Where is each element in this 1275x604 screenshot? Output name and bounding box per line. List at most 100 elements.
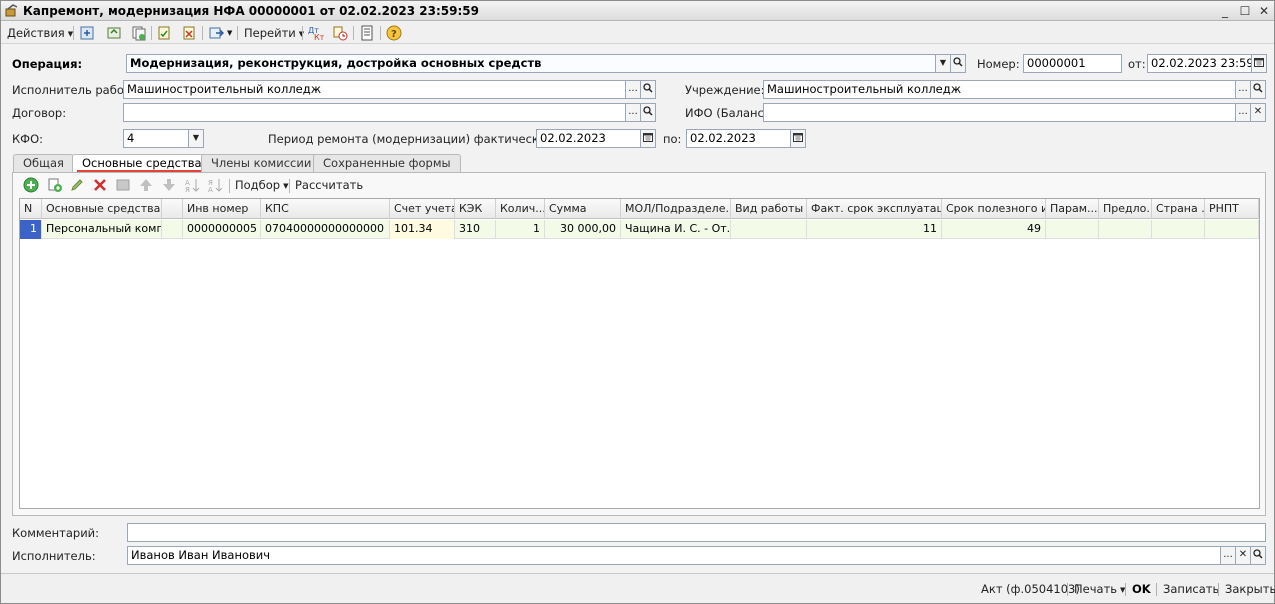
document-date-field[interactable]: 02.02.2023 23:59:59 xyxy=(1147,54,1252,73)
col-header-mol[interactable]: МОЛ/Подразделе... xyxy=(621,199,731,219)
ifo-clear-button[interactable]: ✕ xyxy=(1250,103,1266,122)
unpost-document-icon[interactable] xyxy=(181,25,197,41)
col-header-fact-term[interactable]: Факт. срок эксплуатац... xyxy=(807,199,942,219)
executor-clear-button[interactable]: ✕ xyxy=(1235,546,1251,565)
tab-commission-members[interactable]: Члены комиссии xyxy=(201,154,322,172)
tab-fixed-assets[interactable]: Основные средства xyxy=(72,154,212,173)
cell-kps[interactable]: 07040000000000000 xyxy=(261,220,390,239)
fixed-assets-table[interactable]: N Основные средства Инв номер КПС Счет у… xyxy=(19,198,1260,509)
col-header-country[interactable]: Страна ... xyxy=(1152,199,1205,219)
cell-asset[interactable]: Персональный комп... xyxy=(42,220,162,239)
col-header-account[interactable]: Счет учета xyxy=(390,199,455,219)
selection-menu[interactable]: Подбор ▼ xyxy=(235,176,288,195)
comment-field[interactable] xyxy=(127,523,1266,542)
save-close-icon[interactable] xyxy=(79,25,95,41)
tab-general[interactable]: Общая xyxy=(13,154,74,172)
cell-work-type[interactable] xyxy=(731,220,807,239)
contract-search-button[interactable] xyxy=(640,103,656,122)
cell-kek[interactable]: 310 xyxy=(455,220,496,239)
report-icon[interactable] xyxy=(359,25,375,41)
ifo-field[interactable] xyxy=(763,103,1236,122)
institution-search-button[interactable] xyxy=(1250,80,1266,99)
add-row-icon[interactable] xyxy=(23,177,39,193)
col-header-n[interactable]: N xyxy=(20,199,42,219)
save-button[interactable]: Записать xyxy=(1163,581,1219,597)
kfo-dropdown-button[interactable]: ▼ xyxy=(188,129,204,148)
cell-param[interactable] xyxy=(1046,220,1099,239)
cell-mol[interactable]: Чащина И. С. - От... xyxy=(621,220,731,239)
sort-descending-icon[interactable]: ЯА xyxy=(207,177,223,193)
end-edit-icon[interactable] xyxy=(115,177,131,193)
kfo-field[interactable]: 4 xyxy=(123,129,189,148)
copy-row-icon[interactable] xyxy=(47,177,63,193)
actions-menu[interactable]: Действия ▼ xyxy=(7,24,73,42)
institution-field[interactable]: Машиностроительный колледж xyxy=(763,80,1236,99)
cell-useful-term[interactable]: 49 xyxy=(942,220,1046,239)
col-header-param[interactable]: Парам... xyxy=(1046,199,1099,219)
cell-fact-term[interactable]: 11 xyxy=(807,220,942,239)
executor-works-search-button[interactable] xyxy=(640,80,656,99)
edit-row-icon[interactable] xyxy=(69,177,85,193)
executor-works-field[interactable]: Машиностроительный колледж xyxy=(123,80,626,99)
cell-inv[interactable]: 0000000005 xyxy=(183,220,261,239)
tab-saved-forms[interactable]: Сохраненные формы xyxy=(313,154,461,172)
executor-select-button[interactable]: ... xyxy=(1220,546,1236,565)
cell-qty[interactable]: 1 xyxy=(496,220,545,239)
col-header-sum[interactable]: Сумма xyxy=(545,199,621,219)
ifo-select-button[interactable]: ... xyxy=(1235,103,1251,122)
col-header-inv[interactable]: Инв номер xyxy=(183,199,261,219)
maximize-button[interactable]: ☐ xyxy=(1237,3,1253,19)
post-document-icon[interactable] xyxy=(156,25,172,41)
move-down-icon[interactable] xyxy=(161,177,177,193)
col-header-work-type[interactable]: Вид работы xyxy=(731,199,807,219)
contract-field[interactable] xyxy=(123,103,626,122)
operation-field[interactable]: Модернизация, реконструкция, дострой­ка … xyxy=(126,54,936,73)
help-icon[interactable]: ? xyxy=(386,25,402,41)
col-header-asset[interactable]: Основные средства xyxy=(42,199,162,219)
based-on-icon[interactable] xyxy=(208,25,224,41)
print-menu[interactable]: Печать ▼ xyxy=(1074,581,1125,598)
period-from-calendar-button[interactable] xyxy=(640,129,656,148)
close-button[interactable]: Закрыть xyxy=(1225,581,1275,597)
period-to-calendar-button[interactable] xyxy=(790,129,806,148)
refresh-icon[interactable] xyxy=(106,25,122,41)
delete-row-icon[interactable] xyxy=(92,177,108,193)
cell-account[interactable]: 101.34 xyxy=(390,220,455,239)
act-form-button[interactable]: Акт (ф.0504103) xyxy=(981,581,1080,597)
ok-button[interactable]: OK xyxy=(1132,581,1151,597)
table-row[interactable]: 1 Персональный комп... 0000000005 070400… xyxy=(20,220,1259,239)
period-from-field[interactable]: 02.02.2023 xyxy=(536,129,641,148)
col-header-extra[interactable] xyxy=(162,199,183,219)
calculate-button[interactable]: Рассчитать xyxy=(295,176,363,194)
structure-icon[interactable] xyxy=(332,25,348,41)
col-header-rnpt[interactable]: РНПТ xyxy=(1205,199,1259,219)
cell-offer[interactable] xyxy=(1099,220,1152,239)
copy-document-icon[interactable] xyxy=(131,25,147,41)
cell-n[interactable]: 1 xyxy=(20,220,42,239)
period-to-field[interactable]: 02.02.2023 xyxy=(686,129,791,148)
cell-rnpt[interactable] xyxy=(1205,220,1259,239)
executor-field[interactable]: Иванов Иван Иванович xyxy=(127,546,1221,565)
executor-works-select-button[interactable]: ... xyxy=(625,80,641,99)
sort-ascending-icon[interactable]: АЯ xyxy=(184,177,200,193)
move-up-icon[interactable] xyxy=(138,177,154,193)
operation-dropdown-button[interactable]: ▼ xyxy=(935,54,951,73)
col-header-kps[interactable]: КПС xyxy=(261,199,390,219)
col-header-qty[interactable]: Колич... xyxy=(496,199,545,219)
goto-menu[interactable]: Перейти▼ xyxy=(244,24,304,42)
number-field[interactable]: 00000001 xyxy=(1023,54,1122,73)
cell-extra[interactable] xyxy=(162,220,183,239)
contract-select-button[interactable]: ... xyxy=(625,103,641,122)
col-header-kek[interactable]: КЭК xyxy=(455,199,496,219)
close-window-button[interactable]: ✕ xyxy=(1256,3,1272,19)
minimize-button[interactable]: _ xyxy=(1217,3,1233,19)
cell-country[interactable] xyxy=(1152,220,1205,239)
debit-credit-icon[interactable]: ДтКт xyxy=(308,25,324,41)
col-header-useful-term[interactable]: Срок полезного и... xyxy=(942,199,1046,219)
document-date-calendar-button[interactable] xyxy=(1251,54,1267,73)
executor-search-button[interactable] xyxy=(1250,546,1266,565)
col-header-offer[interactable]: Предло... xyxy=(1099,199,1152,219)
cell-sum[interactable]: 30 000,00 xyxy=(545,220,621,239)
institution-select-button[interactable]: ... xyxy=(1235,80,1251,99)
operation-search-button[interactable] xyxy=(950,54,966,73)
